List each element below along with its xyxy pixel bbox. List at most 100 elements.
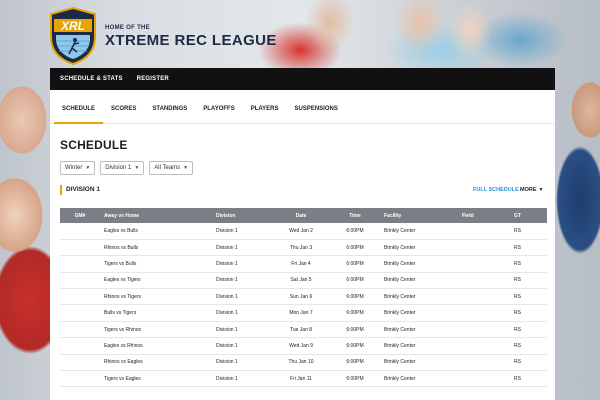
cell-date: Mon Jan 7: [272, 304, 330, 322]
table-row[interactable]: Bulls vs Tigers Division 1 Mon Jan 7 6:00PM…: [60, 304, 547, 322]
cell-facility: Brinkly Center: [380, 337, 458, 355]
cell-matchup: Tigers vs Bulls: [100, 255, 212, 273]
cell-time: 6:00PM: [330, 223, 380, 240]
team-select[interactable]: All Teams ▼: [149, 161, 194, 175]
cell-gt: RS: [510, 337, 547, 355]
cell-time: 6:00PM: [330, 304, 380, 322]
col-header-time[interactable]: Time: [330, 208, 380, 223]
division-select[interactable]: Division 1 ▼: [100, 161, 145, 175]
tab-standings[interactable]: STANDINGS: [144, 98, 195, 124]
cell-facility: Brinkly Center: [380, 272, 458, 290]
cell-field: [458, 272, 510, 290]
cell-gt: RS: [510, 370, 547, 388]
nav-item-schedule-stats[interactable]: SCHEDULE & STATS: [60, 76, 123, 82]
cell-gt: RS: [510, 288, 547, 306]
chevron-down-icon: ▼: [183, 165, 189, 171]
tab-schedule[interactable]: SCHEDULE: [54, 98, 104, 124]
tab-players[interactable]: PLAYERS: [243, 98, 287, 124]
site-header: XRL HOME OF THE XTREME REC LEAGUE: [45, 5, 545, 67]
col-header-date[interactable]: Date: [272, 208, 330, 223]
cell-field: [458, 370, 510, 388]
cell-division: Division 1: [212, 354, 272, 372]
cell-field: [458, 239, 510, 257]
cell-gt: RS: [510, 321, 547, 339]
cell-gm: [60, 272, 100, 290]
col-header-facility[interactable]: Facility: [380, 208, 458, 223]
cell-gm: [60, 370, 100, 388]
cell-division: Division 1: [212, 321, 272, 339]
cell-date: Wed Jan 9: [272, 337, 330, 355]
cell-facility: Brinkly Center: [380, 370, 458, 388]
table-row[interactable]: Eagles vs Bulls Division 1 Wed Jan 2 6:00PM…: [60, 223, 547, 240]
cell-time: 6:00PM: [330, 255, 380, 273]
cell-time: 6:00PM: [330, 321, 380, 339]
cell-division: Division 1: [212, 337, 272, 355]
chevron-down-icon: ▼: [85, 165, 91, 171]
cell-field: [458, 223, 510, 240]
cell-date: Thu Jan 10: [272, 354, 330, 372]
col-header-division[interactable]: Division: [212, 208, 272, 223]
cell-date: Thu Jan 3: [272, 239, 330, 257]
season-select[interactable]: Winter ▼: [60, 161, 96, 175]
filter-bar: Winter ▼ Division 1 ▼ All Teams ▼: [60, 161, 194, 175]
cell-gm: [60, 354, 100, 372]
table-row[interactable]: Tigers vs Rhinos Division 1 Tue Jan 8 6:00P…: [60, 321, 547, 339]
cell-date: Sat Jan 5: [272, 272, 330, 290]
chevron-down-icon: ▼: [134, 165, 140, 171]
more-menu[interactable]: MORE ▼: [520, 187, 543, 193]
cell-matchup: Rhinos vs Bulls: [100, 239, 212, 257]
main-content: SCHEDULE SCORES STANDINGS PLAYOFFS PLAYE…: [50, 90, 555, 400]
division-select-value: Division 1: [105, 165, 132, 171]
table-row[interactable]: Eagles vs Tigers Division 1 Sat Jan 5 6:00P…: [60, 272, 547, 290]
tab-scores[interactable]: SCORES: [103, 98, 144, 124]
cell-gm: [60, 255, 100, 273]
cell-matchup: Eagles vs Bulls: [100, 223, 212, 240]
cell-division: Division 1: [212, 370, 272, 388]
cell-gt: RS: [510, 255, 547, 273]
col-header-gm[interactable]: GM#: [60, 208, 100, 223]
cell-matchup: Tigers vs Rhinos: [100, 321, 212, 339]
cell-gt: RS: [510, 354, 547, 372]
cell-gm: [60, 337, 100, 355]
cell-gm: [60, 288, 100, 306]
cell-division: Division 1: [212, 304, 272, 322]
team-select-value: All Teams: [154, 165, 181, 171]
table-row[interactable]: Rhinos vs Bulls Division 1 Thu Jan 3 6:00PM…: [60, 239, 547, 257]
cell-facility: Brinkly Center: [380, 288, 458, 306]
cell-time: 6:00PM: [330, 288, 380, 306]
more-label: MORE: [520, 187, 537, 193]
table-row[interactable]: Eagles vs Rhinos Division 1 Wed Jan 9 6:00P…: [60, 337, 547, 355]
caret-down-icon: ▼: [538, 187, 544, 193]
league-logo[interactable]: XRL: [49, 7, 97, 65]
col-header-gt[interactable]: GT: [510, 208, 547, 223]
cell-matchup: Eagles vs Tigers: [100, 272, 212, 290]
col-header-field[interactable]: Field: [458, 208, 510, 223]
cell-gt: RS: [510, 272, 547, 290]
cell-field: [458, 255, 510, 273]
cell-matchup: Eagles vs Rhinos: [100, 337, 212, 355]
cell-division: Division 1: [212, 239, 272, 257]
cell-gm: [60, 321, 100, 339]
cell-gm: [60, 239, 100, 257]
cell-gt: RS: [510, 223, 547, 240]
nav-item-register[interactable]: REGISTER: [137, 76, 169, 82]
table-row[interactable]: Rhinos vs Eagles Division 1 Thu Jan 10 6:00…: [60, 354, 547, 372]
cell-facility: Brinkly Center: [380, 223, 458, 240]
col-header-matchup[interactable]: Away vs Home: [100, 208, 212, 223]
table-row[interactable]: Tigers vs Bulls Division 1 Fri Jan 4 6:00PM…: [60, 255, 547, 273]
league-name[interactable]: XTREME REC LEAGUE: [105, 32, 277, 49]
cell-division: Division 1: [212, 255, 272, 273]
full-schedule-link[interactable]: FULL SCHEDULE: [473, 187, 519, 193]
cell-division: Division 1: [212, 272, 272, 290]
table-row[interactable]: Rhinos vs Tigers Division 1 Sun Jan 6 6:00P…: [60, 288, 547, 306]
table-row[interactable]: Tigers vs Eagles Division 1 Fri Jan 11 6:00…: [60, 370, 547, 388]
cell-matchup: Rhinos vs Eagles: [100, 354, 212, 372]
tab-playoffs[interactable]: PLAYOFFS: [195, 98, 242, 124]
cell-gt: RS: [510, 304, 547, 322]
tab-suspensions[interactable]: SUSPENSIONS: [287, 98, 346, 124]
cell-matchup: Bulls vs Tigers: [100, 304, 212, 322]
cell-field: [458, 321, 510, 339]
cell-date: Sun Jan 6: [272, 288, 330, 306]
svg-text:XRL: XRL: [60, 19, 85, 33]
table-header-row: GM# Away vs Home Division Date Time Faci…: [60, 208, 547, 223]
